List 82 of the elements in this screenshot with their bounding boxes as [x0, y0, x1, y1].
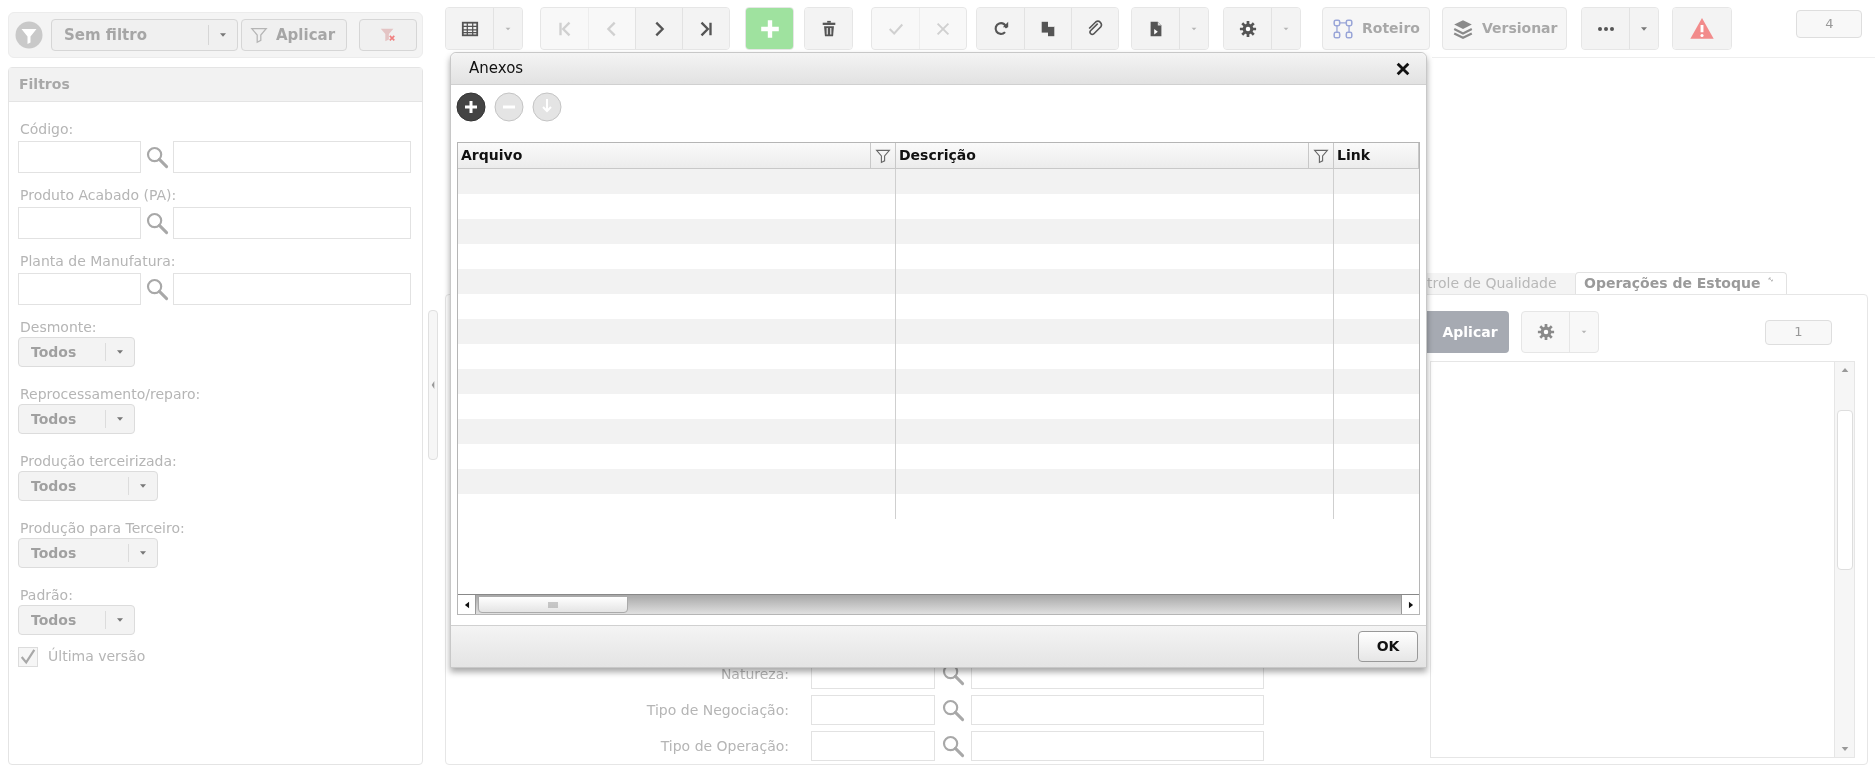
search-icon — [941, 734, 965, 758]
scroll-thumb[interactable] — [478, 596, 628, 613]
layers-icon — [1451, 17, 1474, 40]
select-dropdown[interactable]: Todos — [18, 605, 135, 635]
field-label: Planta de Manufatura: — [19, 252, 177, 271]
grip-icon — [548, 601, 558, 608]
panel-title: Filtros — [19, 75, 70, 94]
search-icon — [941, 698, 965, 722]
input-field[interactable] — [971, 695, 1264, 725]
gear-icon — [1536, 323, 1555, 341]
column-header[interactable]: Descrição — [896, 143, 1334, 168]
copy-icon — [1039, 19, 1057, 38]
field-label: Produção terceirizada: — [19, 452, 178, 471]
check-icon — [19, 647, 37, 666]
search-icon — [145, 211, 169, 235]
field-label: Desmonte: — [19, 318, 98, 337]
search-icon — [145, 145, 169, 169]
table-row[interactable] — [458, 219, 1419, 244]
table-row[interactable] — [458, 469, 1419, 494]
select-dropdown[interactable]: Todos — [18, 404, 135, 434]
plus-icon — [758, 17, 781, 40]
nodes-icon — [1332, 17, 1354, 40]
column-header[interactable]: Arquivo — [458, 143, 896, 168]
scrollbar[interactable] — [458, 594, 1419, 614]
table-row[interactable] — [458, 269, 1419, 294]
select-dropdown[interactable]: Todos — [18, 538, 158, 568]
input-field[interactable] — [971, 731, 1264, 761]
field-label: Produto Acabado (PA): — [19, 186, 178, 205]
input-field[interactable] — [173, 141, 411, 173]
input-field[interactable] — [173, 207, 411, 239]
apply-button[interactable]: Aplicar — [241, 19, 347, 51]
count-badge: 4 — [1796, 9, 1863, 38]
funnel-icon — [1313, 147, 1329, 164]
table-row[interactable] — [458, 369, 1419, 394]
field-label: Reprocessamento/reparo: — [19, 385, 202, 404]
table-row[interactable] — [458, 319, 1419, 344]
column-header[interactable]: Link — [1334, 143, 1419, 168]
checkbox-label: Última versão — [48, 646, 146, 666]
toolbar-button[interactable]: Versionar — [1442, 8, 1567, 49]
toolbar-button[interactable] — [456, 92, 486, 122]
filter-select[interactable]: Sem filtro — [51, 19, 238, 51]
count-badge: 1 — [1765, 319, 1832, 345]
minus-circle-icon — [494, 92, 524, 122]
clear-filter-button[interactable] — [359, 19, 417, 51]
gear-icon — [1238, 19, 1257, 38]
tab[interactable]: trole de Qualidade — [1425, 273, 1575, 294]
input-field[interactable] — [18, 273, 141, 305]
paperclip-icon — [1086, 19, 1104, 38]
grid-icon — [460, 19, 479, 38]
search-icon — [145, 277, 169, 301]
toolbar-button[interactable] — [805, 8, 852, 49]
plus-circle-icon — [456, 92, 486, 122]
funnel-icon — [875, 147, 891, 164]
close-icon — [1395, 60, 1411, 77]
select-dropdown[interactable]: Todos — [18, 471, 158, 501]
scroll-right-icon — [1406, 599, 1415, 610]
field-label: Código: — [19, 120, 75, 139]
collapse-handle[interactable] — [428, 310, 438, 460]
funnel-icon — [250, 26, 268, 44]
field-label: Produção para Terceiro: — [19, 519, 186, 538]
checkbox[interactable] — [18, 646, 38, 667]
input-field[interactable] — [18, 141, 141, 173]
dialog-title: Anexos — [469, 58, 524, 80]
arrow-down-circle-icon — [532, 92, 562, 122]
clear-filter-icon — [379, 26, 397, 44]
field-label: Natureza: — [720, 664, 789, 684]
input-field[interactable] — [18, 207, 141, 239]
filter-icon — [14, 20, 44, 50]
more-icon — [1597, 26, 1614, 31]
field-label: Padrão: — [19, 586, 74, 605]
input-field[interactable] — [811, 731, 935, 761]
table-row[interactable] — [458, 169, 1419, 194]
ok-button[interactable]: OK — [1358, 631, 1418, 662]
field-label: Tipo de Operação: — [660, 736, 789, 756]
select-dropdown[interactable]: Todos — [18, 337, 135, 367]
input-field[interactable] — [173, 273, 411, 305]
table-row[interactable] — [458, 419, 1419, 444]
field-label: Tipo de Negociação: — [646, 700, 789, 720]
toolbar-button[interactable]: Roteiro — [1323, 8, 1429, 49]
input-field[interactable] — [811, 695, 935, 725]
caret-left-icon — [431, 381, 435, 389]
tab[interactable]: Operações de Estoque — [1575, 272, 1788, 294]
